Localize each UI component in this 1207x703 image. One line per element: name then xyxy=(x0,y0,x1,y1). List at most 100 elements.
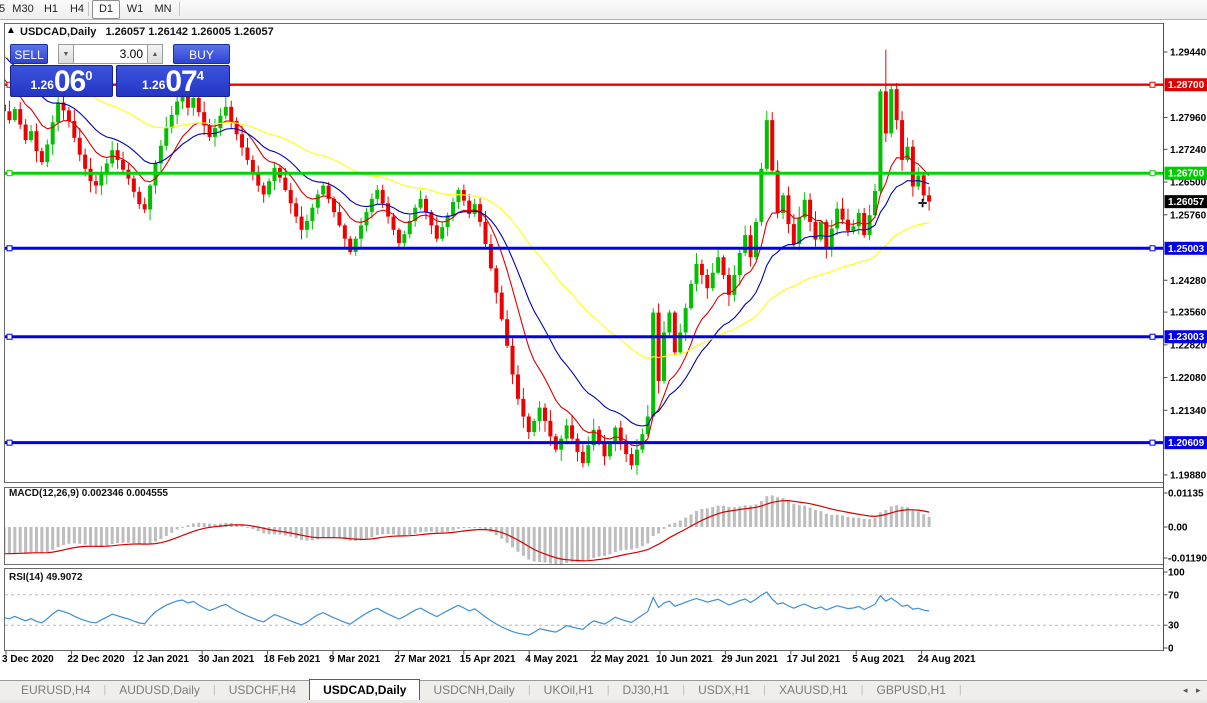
hline-handle[interactable] xyxy=(1150,440,1155,445)
rsi-indicator-title: RSI(14) 49.9072 xyxy=(9,572,82,583)
date-tick-label: 5 Aug 2021 xyxy=(852,654,905,665)
macd-tick-label: 0.00 xyxy=(1168,523,1188,534)
toolbar-separator xyxy=(88,2,89,16)
date-axis[interactable]: 3 Dec 202022 Dec 202012 Jan 202130 Jan 2… xyxy=(2,651,976,666)
rsi-tick-label: 100 xyxy=(1168,568,1185,579)
rsi-tick-label: 30 xyxy=(1168,621,1180,632)
horizontal-level-lines[interactable] xyxy=(5,82,1163,445)
symbol-tab-xauusd[interactable]: XAUUSD,H1 xyxy=(766,681,861,700)
volume-decrease-button[interactable]: ▼ xyxy=(58,44,74,64)
rsi-tick-label: 70 xyxy=(1168,590,1180,601)
buy-price-base: 1.26 xyxy=(142,78,165,92)
one-click-trade-panel: SELL ▼ ▲ BUY 1.26060 1.26074 xyxy=(10,44,230,97)
date-tick-label: 29 Jun 2021 xyxy=(721,654,778,665)
buy-price-box[interactable]: 1.26074 xyxy=(116,65,230,97)
symbol-tab-gbpusd[interactable]: GBPUSD,H1 xyxy=(864,681,959,700)
hline-handle[interactable] xyxy=(1150,171,1155,176)
symbol-tab-eurusd[interactable]: EURUSD,H4 xyxy=(8,681,103,700)
one-click-collapse-icon[interactable]: ▲ xyxy=(6,25,16,36)
price-badge-label: 1.23003 xyxy=(1168,332,1205,343)
symbol-tab-dj30[interactable]: DJ30,H1 xyxy=(610,681,683,700)
hline-handle[interactable] xyxy=(1150,246,1155,251)
chart-symbol-label: USDCAD,Daily xyxy=(20,26,96,38)
tab-separator: | xyxy=(959,681,962,700)
symbol-tabbar: EURUSD,H4|AUDUSD,Daily|USDCHF,H4USDCAD,D… xyxy=(0,680,1207,700)
tab-scroll-right-icon[interactable]: ▸ xyxy=(1196,685,1201,696)
date-tick-label: 10 Jun 2021 xyxy=(656,654,713,665)
hline-handle[interactable] xyxy=(7,440,12,445)
date-tick-label: 24 Aug 2021 xyxy=(918,654,976,665)
date-tick-label: 22 Dec 2020 xyxy=(67,654,125,665)
chart-title: USDCAD,Daily 1.26057 1.26142 1.26005 1.2… xyxy=(20,26,274,38)
hline-handle[interactable] xyxy=(7,171,12,176)
mouse-cursor-icon: ✛ xyxy=(918,197,927,210)
tab-scroll-left-icon[interactable]: ◂ xyxy=(1183,685,1188,696)
sell-price-sup: 0 xyxy=(85,68,92,83)
price-axis[interactable]: 1.294401.279601.272401.265001.257601.242… xyxy=(1164,24,1207,655)
macd-tick-label: 0.01135 xyxy=(1168,489,1204,500)
timeframe-button-h1[interactable]: H1 xyxy=(40,1,62,17)
buy-price-sup: 4 xyxy=(197,68,204,83)
date-tick-label: 22 May 2021 xyxy=(591,654,650,665)
rsi-series xyxy=(4,592,1163,635)
buy-button[interactable]: BUY xyxy=(173,44,230,64)
timeframe-button-5[interactable]: 5 xyxy=(0,1,8,17)
date-tick-label: 9 Mar 2021 xyxy=(329,654,381,665)
macd-signal-line xyxy=(4,501,929,561)
rsi-line xyxy=(4,592,929,635)
symbol-tab-usdchf[interactable]: USDCHF,H4 xyxy=(216,681,309,700)
chart-ohlc-label: 1.26057 1.26142 1.26005 1.26057 xyxy=(105,26,273,38)
hline-handle[interactable] xyxy=(7,334,12,339)
symbol-tab-audusd[interactable]: AUDUSD,Daily xyxy=(106,681,213,700)
timeframe-button-w1[interactable]: W1 xyxy=(122,1,148,17)
timeframe-button-d1[interactable]: D1 xyxy=(92,0,120,19)
volume-input[interactable] xyxy=(74,44,147,64)
price-tick-label: 1.24280 xyxy=(1170,276,1207,287)
price-badge-label: 1.26700 xyxy=(1168,169,1205,180)
date-tick-label: 4 May 2021 xyxy=(525,654,578,665)
timeframe-button-m30[interactable]: M30 xyxy=(10,1,36,17)
ma-20-line xyxy=(4,55,929,426)
hline-handle[interactable] xyxy=(7,246,12,251)
chart-window: 1.294401.279601.272401.265001.257601.242… xyxy=(0,20,1207,680)
candlestick-series xyxy=(2,50,931,475)
date-tick-label: 3 Dec 2020 xyxy=(2,654,54,665)
symbol-tab-usdcad[interactable]: USDCAD,Daily xyxy=(309,679,420,701)
macd-tick-label: -0.01190 xyxy=(1168,554,1207,565)
price-badge-label: 1.20609 xyxy=(1168,438,1205,449)
symbol-tab-usdx[interactable]: USDX,H1 xyxy=(685,681,763,700)
toolbar-separator xyxy=(179,2,180,16)
macd-series xyxy=(3,495,931,564)
rsi-pane[interactable] xyxy=(5,569,1164,651)
timeframe-button-mn[interactable]: MN xyxy=(149,1,177,17)
timeframe-button-h4[interactable]: H4 xyxy=(66,1,88,17)
price-tick-label: 1.23560 xyxy=(1170,308,1207,319)
date-tick-label: 12 Jan 2021 xyxy=(133,654,190,665)
sell-price-box[interactable]: 1.26060 xyxy=(10,65,113,97)
volume-increase-button[interactable]: ▲ xyxy=(147,44,163,64)
ma-10-line xyxy=(4,79,929,446)
date-tick-label: 27 Mar 2021 xyxy=(394,654,451,665)
price-tick-label: 1.29440 xyxy=(1170,48,1207,59)
price-badge-label: 1.26057 xyxy=(1168,197,1205,208)
chart-canvas[interactable]: 1.294401.279601.272401.265001.257601.242… xyxy=(0,20,1207,680)
price-badge-label: 1.25003 xyxy=(1168,244,1205,255)
price-badge-label: 1.28700 xyxy=(1168,80,1205,91)
sell-price-big: 06 xyxy=(54,69,85,95)
price-tick-label: 1.27960 xyxy=(1170,113,1207,124)
price-tick-label: 1.25760 xyxy=(1170,210,1207,221)
hline-handle[interactable] xyxy=(1150,334,1155,339)
sell-button[interactable]: SELL xyxy=(10,44,48,64)
symbol-tab-ukoil[interactable]: UKOil,H1 xyxy=(531,681,607,700)
timeframe-toolbar: 5M30H1H4D1W1MN xyxy=(0,0,1207,20)
volume-stepper: ▼ ▲ xyxy=(58,44,163,64)
symbol-tab-usdcnh[interactable]: USDCNH,Daily xyxy=(420,681,527,700)
macd-indicator-title: MACD(12,26,9) 0.002346 0.004555 xyxy=(9,488,168,499)
date-tick-label: 17 Jul 2021 xyxy=(787,654,841,665)
price-tick-label: 1.19880 xyxy=(1170,470,1207,481)
sell-price-base: 1.26 xyxy=(31,78,54,92)
price-tick-label: 1.22080 xyxy=(1170,373,1207,384)
date-tick-label: 18 Feb 2021 xyxy=(264,654,321,665)
hline-handle[interactable] xyxy=(1150,82,1155,87)
price-tick-label: 1.21340 xyxy=(1170,406,1207,417)
